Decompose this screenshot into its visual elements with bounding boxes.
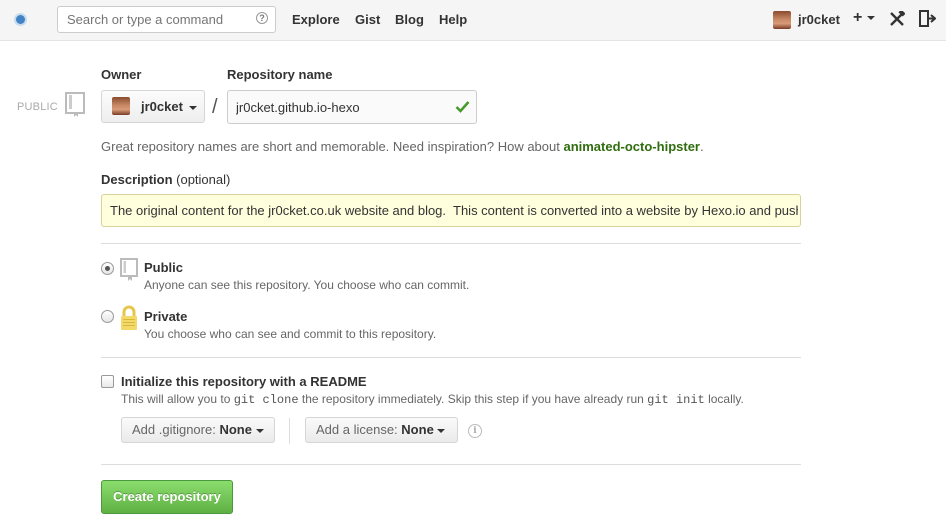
create-new-button[interactable]: + bbox=[853, 9, 875, 27]
info-icon[interactable]: i bbox=[468, 424, 482, 438]
plus-icon: + bbox=[853, 9, 863, 26]
private-option-title[interactable]: Private bbox=[144, 309, 187, 324]
description-label: Description (optional) bbox=[101, 172, 231, 187]
nav-help[interactable]: Help bbox=[439, 12, 467, 27]
chevron-down-icon bbox=[437, 428, 446, 433]
repo-name-input[interactable] bbox=[227, 90, 477, 124]
divider bbox=[101, 357, 801, 358]
valid-check-icon bbox=[455, 101, 470, 113]
gitignore-select[interactable]: Add .gitignore: None bbox=[121, 417, 275, 443]
private-option-desc: You choose who can see and commit to thi… bbox=[144, 327, 437, 341]
sign-out-icon[interactable] bbox=[919, 10, 936, 27]
description-input[interactable] bbox=[101, 194, 801, 227]
chevron-down-icon bbox=[255, 428, 264, 433]
chevron-down-icon bbox=[188, 105, 197, 110]
owner-label: Owner bbox=[101, 67, 142, 82]
select-separator bbox=[289, 418, 290, 444]
tools-icon[interactable] bbox=[889, 11, 905, 27]
readme-option-desc: This will allow you to git clone the rep… bbox=[121, 392, 744, 407]
search-input[interactable] bbox=[57, 6, 276, 33]
visibility-tag: PUBLIC bbox=[17, 101, 58, 113]
home-logo-icon[interactable] bbox=[16, 15, 25, 24]
nav-gist[interactable]: Gist bbox=[355, 12, 380, 27]
lock-icon bbox=[121, 305, 137, 330]
user-avatar[interactable] bbox=[773, 11, 791, 29]
repo-book-icon bbox=[65, 92, 85, 117]
readme-option-title[interactable]: Initialize this repository with a README bbox=[121, 374, 367, 389]
owner-repo-separator: / bbox=[212, 96, 218, 118]
nav-blog[interactable]: Blog bbox=[395, 12, 424, 27]
public-option-title[interactable]: Public bbox=[144, 260, 183, 275]
private-radio[interactable] bbox=[101, 310, 114, 323]
license-select[interactable]: Add a license: None bbox=[305, 417, 458, 443]
public-option-desc: Anyone can see this repository. You choo… bbox=[144, 278, 470, 292]
public-book-icon bbox=[120, 258, 138, 281]
user-name-link[interactable]: jr0cket bbox=[798, 12, 840, 27]
owner-avatar bbox=[112, 97, 130, 115]
public-radio[interactable] bbox=[101, 262, 114, 275]
site-header: ? Explore Gist Blog Help jr0cket + bbox=[0, 0, 946, 41]
repo-name-hint: Great repository names are short and mem… bbox=[101, 139, 704, 154]
repo-name-label: Repository name bbox=[227, 67, 333, 82]
chevron-down-icon bbox=[866, 15, 875, 20]
create-repository-button[interactable]: Create repository bbox=[101, 480, 233, 514]
nav-explore[interactable]: Explore bbox=[292, 12, 340, 27]
name-suggestion-link[interactable]: animated-octo-hipster bbox=[563, 139, 700, 154]
search-help-icon[interactable]: ? bbox=[256, 12, 268, 24]
divider bbox=[101, 243, 801, 244]
owner-value[interactable]: jr0cket bbox=[141, 99, 197, 114]
readme-checkbox[interactable] bbox=[101, 375, 114, 388]
divider bbox=[101, 464, 801, 465]
